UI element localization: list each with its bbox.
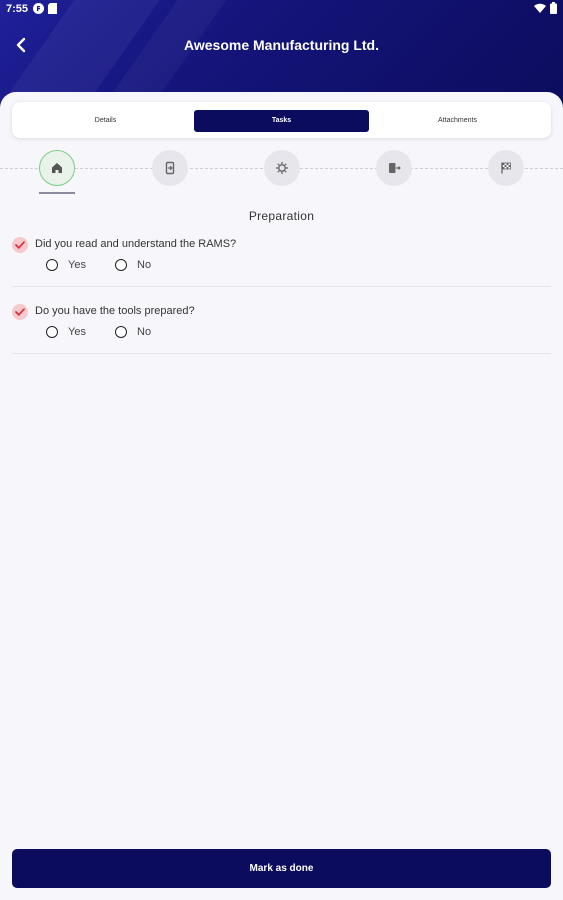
battery-icon xyxy=(550,2,557,17)
radio-button[interactable] xyxy=(46,326,58,338)
step-checkout[interactable] xyxy=(376,150,412,186)
gear-icon xyxy=(276,162,288,174)
step-work[interactable] xyxy=(264,150,300,186)
tab-details[interactable]: Details xyxy=(24,110,187,132)
radio-button[interactable] xyxy=(115,326,127,338)
logout-icon xyxy=(389,163,401,173)
tab-attachments[interactable]: Attachments xyxy=(376,110,539,132)
question-item: Did you read and understand the RAMS? Ye… xyxy=(12,235,551,287)
option-yes[interactable]: Yes xyxy=(46,326,86,338)
finish-flag-icon xyxy=(501,162,511,174)
question-item: Do you have the tools prepared? Yes No xyxy=(12,302,551,354)
home-icon xyxy=(52,163,62,173)
step-checkin[interactable] xyxy=(152,150,188,186)
task-stepper xyxy=(0,150,563,194)
mark-as-done-button[interactable]: Mark as done xyxy=(12,849,551,888)
divider xyxy=(12,286,551,287)
page-title: Awesome Manufacturing Ltd. xyxy=(184,37,379,53)
option-label: No xyxy=(137,259,152,271)
tab-tasks[interactable]: Tasks xyxy=(194,110,369,132)
app-notification-icon xyxy=(33,3,44,14)
section-title: Preparation xyxy=(248,209,315,223)
radio-button[interactable] xyxy=(46,259,58,271)
check-icon xyxy=(12,304,28,320)
wifi-icon xyxy=(534,3,546,16)
option-no[interactable]: No xyxy=(115,259,151,271)
question-text: Did you read and understand the RAMS? xyxy=(35,238,237,250)
tab-bar: Details Tasks Attachments xyxy=(12,102,551,138)
checkin-icon xyxy=(165,161,175,175)
radio-button[interactable] xyxy=(115,259,127,271)
content-panel: Details Tasks Attachments Preparation Di… xyxy=(0,92,563,900)
question-text: Do you have the tools prepared? xyxy=(35,305,195,317)
option-label: Yes xyxy=(68,326,86,338)
sd-card-icon xyxy=(48,3,59,14)
divider xyxy=(12,353,551,354)
option-no[interactable]: No xyxy=(115,326,151,338)
active-step-indicator xyxy=(39,192,75,194)
option-yes[interactable]: Yes xyxy=(46,259,86,271)
option-label: No xyxy=(137,326,152,338)
status-time: 7:55 xyxy=(6,3,29,15)
check-icon xyxy=(12,237,28,253)
step-finish[interactable] xyxy=(488,150,524,186)
step-home[interactable] xyxy=(39,150,75,186)
status-bar: 7:55 xyxy=(0,0,563,18)
option-label: Yes xyxy=(68,259,86,271)
